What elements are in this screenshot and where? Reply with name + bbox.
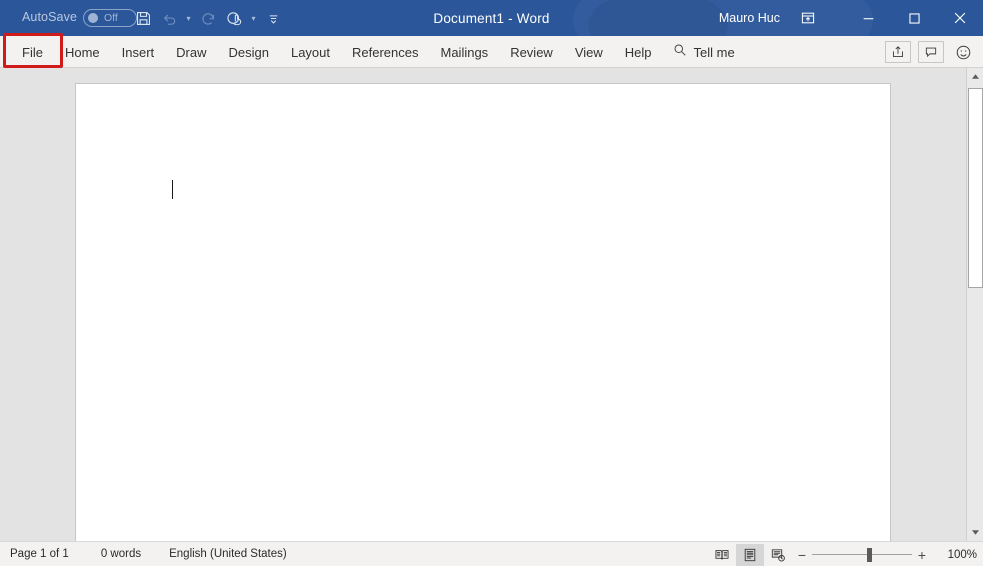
status-bar-right: − + 100% bbox=[708, 542, 977, 566]
comments-icon[interactable] bbox=[918, 41, 944, 63]
text-caret bbox=[172, 180, 174, 199]
search-icon bbox=[673, 43, 687, 62]
tab-view[interactable]: View bbox=[564, 36, 614, 68]
word-count-indicator[interactable]: 0 words bbox=[101, 548, 141, 560]
share-icon[interactable] bbox=[885, 41, 911, 63]
autosave-label: AutoSave bbox=[22, 10, 78, 24]
scrollbar-thumb[interactable] bbox=[968, 88, 983, 288]
autosave-state-label: Off bbox=[104, 11, 118, 24]
touch-mode-chevron-down-icon[interactable]: ▾ bbox=[247, 5, 260, 31]
autosave-toggle-knob bbox=[88, 13, 98, 23]
vertical-scrollbar[interactable] bbox=[966, 68, 983, 541]
minimize-button[interactable] bbox=[845, 0, 891, 36]
tell-me-search[interactable]: Tell me bbox=[663, 36, 745, 68]
tab-home[interactable]: Home bbox=[54, 36, 111, 68]
tab-review[interactable]: Review bbox=[499, 36, 564, 68]
zoom-in-button[interactable]: + bbox=[912, 544, 932, 566]
save-icon[interactable] bbox=[130, 5, 156, 31]
feedback-smiley-icon[interactable] bbox=[951, 40, 975, 64]
tab-references[interactable]: References bbox=[341, 36, 429, 68]
window-controls bbox=[845, 0, 983, 36]
undo-icon[interactable] bbox=[156, 5, 182, 31]
tab-file[interactable]: File bbox=[11, 36, 54, 68]
status-bar: Page 1 of 1 0 words English (United Stat… bbox=[0, 541, 983, 566]
tab-draw[interactable]: Draw bbox=[165, 36, 217, 68]
autosave-toggle[interactable]: Off bbox=[83, 9, 137, 27]
ribbon-right-buttons bbox=[885, 36, 975, 68]
language-indicator[interactable]: English (United States) bbox=[169, 548, 287, 560]
quick-access-toolbar: ▾ ▾ bbox=[130, 4, 286, 32]
print-layout-icon[interactable] bbox=[736, 543, 764, 566]
zoom-level-label[interactable]: 100% bbox=[941, 549, 977, 561]
title-bar-decoration-secondary bbox=[588, 0, 728, 36]
read-mode-icon[interactable] bbox=[708, 544, 736, 566]
tab-help[interactable]: Help bbox=[614, 36, 663, 68]
undo-dropdown-chevron-down-icon[interactable]: ▾ bbox=[182, 5, 195, 31]
document-page[interactable] bbox=[75, 83, 891, 556]
close-button[interactable] bbox=[937, 0, 983, 36]
tab-insert[interactable]: Insert bbox=[111, 36, 166, 68]
status-bar-left: Page 1 of 1 0 words English (United Stat… bbox=[0, 548, 287, 560]
zoom-slider-track bbox=[812, 554, 912, 555]
scroll-down-arrow-icon[interactable] bbox=[967, 524, 983, 541]
tell-me-label: Tell me bbox=[693, 44, 735, 60]
account-name[interactable]: Mauro Huc bbox=[719, 0, 780, 36]
scroll-up-arrow-icon[interactable] bbox=[967, 68, 983, 85]
word-window: AutoSave Off ▾ ▾ Document1 - Word Mauro … bbox=[0, 0, 983, 566]
web-layout-icon[interactable] bbox=[764, 544, 792, 566]
document-workspace bbox=[0, 68, 983, 556]
ribbon-tab-strip: File Home Insert Draw Design Layout Refe… bbox=[0, 36, 983, 68]
tab-mailings[interactable]: Mailings bbox=[430, 36, 500, 68]
ribbon-display-options-icon[interactable] bbox=[795, 6, 821, 30]
zoom-slider-thumb[interactable] bbox=[867, 547, 872, 562]
maximize-button[interactable] bbox=[891, 0, 937, 36]
redo-icon[interactable] bbox=[195, 5, 221, 31]
tab-layout[interactable]: Layout bbox=[280, 36, 341, 68]
tab-design[interactable]: Design bbox=[218, 36, 280, 68]
title-bar: AutoSave Off ▾ ▾ Document1 - Word Mauro … bbox=[0, 0, 983, 36]
customize-quick-access-toolbar-icon[interactable] bbox=[260, 5, 286, 31]
touch-mouse-mode-icon[interactable] bbox=[221, 5, 247, 31]
page-count-indicator[interactable]: Page 1 of 1 bbox=[10, 548, 69, 560]
zoom-out-button[interactable]: − bbox=[792, 544, 812, 566]
zoom-slider[interactable] bbox=[812, 544, 912, 566]
